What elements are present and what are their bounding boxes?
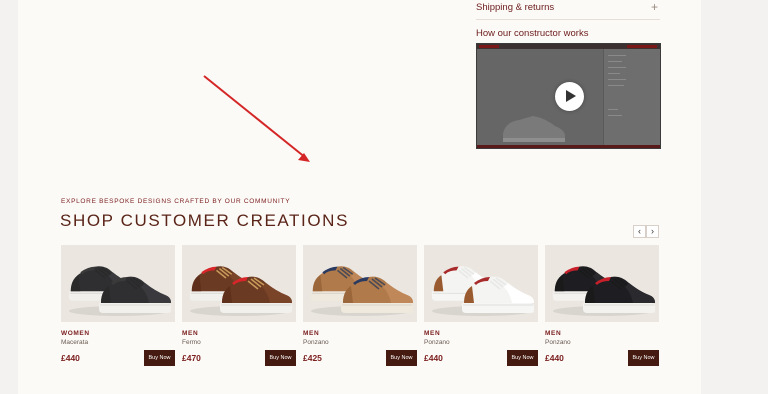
shipping-returns-accordion[interactable]: Shipping & returns + — [476, 0, 660, 20]
product-image[interactable] — [545, 245, 659, 322]
product-card[interactable]: WOMEN Macerata £440 Buy Now — [61, 245, 175, 367]
product-gender: WOMEN — [61, 330, 90, 337]
video-shoe-thumbnail — [503, 116, 565, 142]
sneaker-pair-icon — [189, 266, 292, 316]
product-image[interactable] — [182, 245, 296, 322]
section-eyebrow: EXPLORE BESPOKE DESIGNS CRAFTED BY OUR C… — [61, 198, 291, 205]
product-card[interactable]: MEN Ponzano £440 Buy Now — [424, 245, 538, 367]
shipping-returns-label: Shipping & returns — [476, 2, 555, 13]
sneaker-pair-icon — [310, 266, 413, 316]
annotation-arrow-icon — [203, 75, 310, 162]
carousel-prev-button[interactable]: ‹ — [633, 225, 646, 238]
product-gender: MEN — [303, 330, 320, 337]
product-gender: MEN — [424, 330, 441, 337]
product-model: Macerata — [61, 339, 89, 346]
video-title: How our constructor works — [476, 28, 589, 39]
product-model: Ponzano — [545, 339, 571, 346]
product-model: Ponzano — [303, 339, 329, 346]
product-price: £440 — [61, 353, 80, 363]
carousel-next-button[interactable]: › — [646, 225, 659, 238]
play-icon[interactable] — [555, 82, 584, 111]
product-price: £440 — [424, 353, 443, 363]
video-preview-sidebar — [603, 49, 660, 148]
product-price: £470 — [182, 353, 201, 363]
sneaker-pair-icon — [552, 266, 655, 316]
product-gender: MEN — [545, 330, 562, 337]
product-gender: MEN — [182, 330, 199, 337]
product-image[interactable] — [303, 245, 417, 322]
constructor-video[interactable] — [476, 43, 661, 149]
product-model: Ponzano — [424, 339, 450, 346]
video-preview-bottombar — [477, 145, 660, 148]
sneaker-pair-icon — [431, 266, 534, 316]
buy-now-button[interactable]: Buy Now — [386, 350, 417, 366]
product-image[interactable] — [424, 245, 538, 322]
product-card[interactable]: MEN Ponzano £440 Buy Now — [545, 245, 659, 367]
product-price: £425 — [303, 353, 322, 363]
product-image[interactable] — [61, 245, 175, 322]
product-price: £440 — [545, 353, 564, 363]
product-model: Fermo — [182, 339, 201, 346]
expand-plus-icon[interactable]: + — [651, 0, 658, 14]
section-heading: SHOP CUSTOMER CREATIONS — [60, 211, 350, 230]
buy-now-button[interactable]: Buy Now — [628, 350, 659, 366]
buy-now-button[interactable]: Buy Now — [144, 350, 175, 366]
buy-now-button[interactable]: Buy Now — [507, 350, 538, 366]
sneaker-pair-icon — [68, 266, 171, 316]
product-card[interactable]: MEN Fermo £470 Buy Now — [182, 245, 296, 367]
buy-now-button[interactable]: Buy Now — [265, 350, 296, 366]
product-card[interactable]: MEN Ponzano £425 Buy Now — [303, 245, 417, 367]
